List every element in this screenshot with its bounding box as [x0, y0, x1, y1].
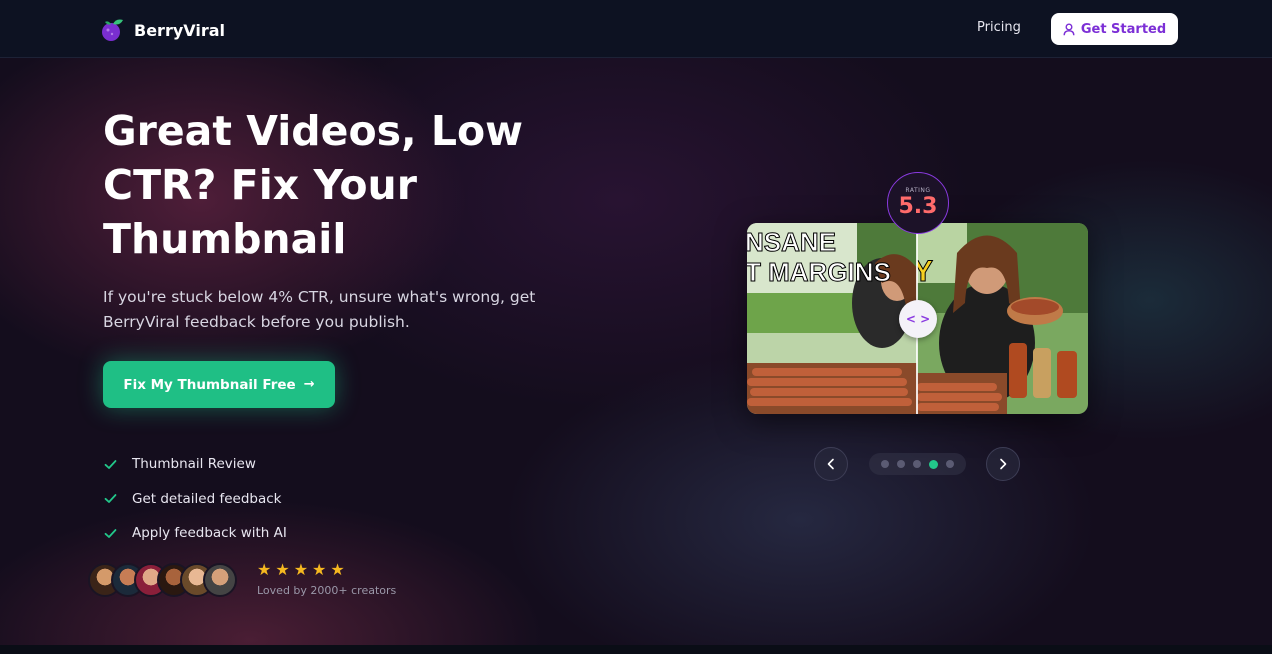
carousel-next-button[interactable]: [986, 447, 1020, 481]
feature-item: Apply feedback with AI: [103, 516, 287, 551]
carousel-dot-active[interactable]: [929, 459, 938, 469]
feature-list: Thumbnail Review Get detailed feedback A…: [103, 447, 287, 551]
rating-stars: ★ ★ ★ ★ ★: [257, 561, 345, 579]
feature-label: Thumbnail Review: [132, 456, 256, 473]
star-icon: ★: [275, 560, 290, 579]
arrow-right-icon: →: [303, 377, 315, 392]
carousel-dot[interactable]: [881, 460, 889, 468]
creator-avatars: [88, 563, 237, 597]
carousel-dot[interactable]: [897, 460, 905, 468]
star-icon: ★: [293, 560, 309, 579]
check-icon: [104, 459, 117, 469]
check-icon: [104, 494, 117, 504]
page-bottom-edge: [0, 645, 1272, 654]
carousel-dots: [869, 453, 966, 475]
compare-slider-handle[interactable]: < >: [899, 300, 937, 338]
chevron-left-icon: [827, 458, 834, 470]
feature-item: Thumbnail Review: [103, 447, 287, 482]
star-icon: ★: [312, 560, 327, 579]
berry-logo-icon: [102, 19, 123, 41]
rating-value: 5.3: [898, 194, 938, 219]
nav-pricing-link[interactable]: Pricing: [977, 20, 1021, 35]
rating-badge: RATING 5.3: [887, 172, 949, 234]
feature-item: Get detailed feedback: [103, 482, 287, 517]
cta-label: Fix My Thumbnail Free: [123, 376, 296, 393]
user-icon: [1063, 23, 1075, 35]
code-arrows-icon: < >: [905, 312, 931, 326]
feature-label: Get detailed feedback: [132, 490, 282, 507]
chevron-right-icon: [1000, 458, 1007, 470]
rating-label: RATING: [905, 187, 931, 194]
avatar: [203, 563, 237, 597]
carousel-dot[interactable]: [913, 460, 921, 468]
thumb-left-text-1: NSANE: [747, 227, 836, 257]
feature-label: Apply feedback with AI: [132, 525, 287, 542]
check-icon: [104, 528, 117, 538]
star-icon: ★: [257, 560, 272, 579]
hero-subtitle: If you're stuck below 4% CTR, unsure wha…: [103, 288, 536, 331]
loved-by-text: Loved by 2000+ creators: [257, 584, 397, 597]
thumbnail-after-image: Y: [917, 223, 1088, 414]
fix-thumbnail-cta-button[interactable]: Fix My Thumbnail Free →: [103, 361, 335, 408]
star-icon: ★: [330, 560, 345, 579]
thumb-right-text: Y: [917, 255, 933, 288]
thumbnail-before-image: NSANE T MARGINS: [747, 223, 917, 414]
carousel-prev-button[interactable]: [814, 447, 848, 481]
top-navbar: BerryViral Pricing Get Started: [0, 0, 1272, 58]
carousel-dot[interactable]: [946, 460, 954, 468]
get-started-label: Get Started: [1080, 21, 1167, 37]
thumb-left-text-2: T MARGINS: [747, 257, 891, 287]
brand-name: BerryViral: [134, 20, 226, 40]
hero-title: Great Videos, Low CTR? Fix Your Thumbnai…: [103, 107, 524, 263]
brand-logo[interactable]: BerryViral: [100, 17, 225, 43]
get-started-button[interactable]: Get Started: [1051, 13, 1178, 45]
